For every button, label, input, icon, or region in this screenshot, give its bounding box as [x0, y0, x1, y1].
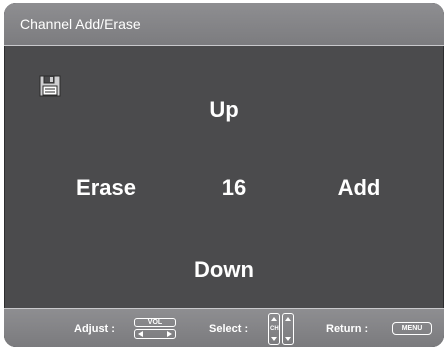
adjust-label: Adjust :	[74, 323, 115, 335]
up-button[interactable]: Up	[184, 97, 264, 123]
select-label: Select :	[209, 323, 249, 335]
ch-key-label: CH	[270, 326, 279, 332]
osd-panel: Channel Add/Erase Up Erase 16 Add Down A…	[4, 3, 444, 347]
ch-key-icon: CH	[268, 313, 298, 345]
left-arrow-icon	[138, 331, 143, 337]
floppy-disk-icon	[39, 75, 61, 97]
vol-key-label: VOL	[134, 318, 176, 327]
erase-button[interactable]: Erase	[56, 175, 156, 201]
channel-number: 16	[221, 175, 247, 200]
right-arrow-icon	[167, 331, 172, 337]
page-title: Channel Add/Erase	[20, 16, 141, 32]
title-bar: Channel Add/Erase	[4, 3, 444, 46]
ch-key-left: CH	[268, 313, 280, 345]
down-button[interactable]: Down	[174, 257, 274, 283]
add-button[interactable]: Add	[309, 175, 409, 201]
return-label: Return :	[326, 323, 369, 335]
vol-arrows	[134, 329, 176, 339]
up-arrow-icon	[271, 317, 277, 321]
down-arrow-icon	[285, 337, 291, 341]
vol-key-icon: VOL	[134, 318, 176, 340]
help-bar: Adjust : VOL Select : CH Return : MENU	[4, 308, 444, 347]
menu-key-icon: MENU	[392, 322, 432, 335]
up-arrow-icon	[285, 317, 291, 321]
ch-key-right	[282, 313, 294, 345]
down-arrow-icon	[271, 337, 277, 341]
